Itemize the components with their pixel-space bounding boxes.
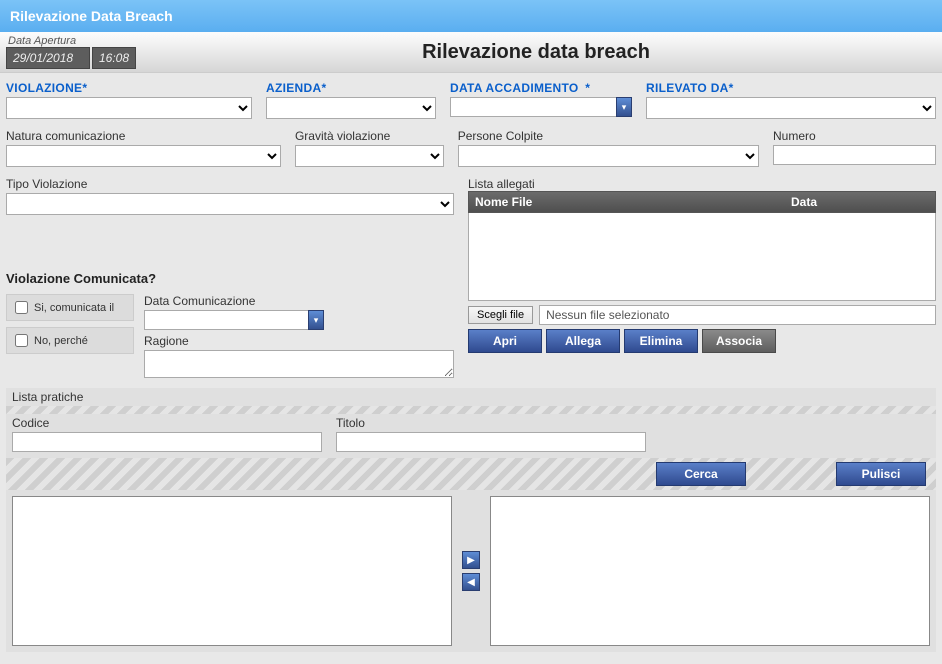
rilevato-da-select[interactable] xyxy=(646,97,936,119)
required-star-icon: * xyxy=(585,81,590,95)
allegati-table-body[interactable] xyxy=(468,213,936,301)
comunicata-no-row[interactable]: No, perché xyxy=(6,327,134,354)
choose-file-button[interactable]: Scegli file xyxy=(468,306,533,324)
ragione-textarea[interactable] xyxy=(144,350,454,378)
comunicata-no-checkbox[interactable] xyxy=(15,334,28,347)
open-time-value: 16:08 xyxy=(92,47,136,69)
lista-allegati-label: Lista allegati xyxy=(468,177,936,191)
persone-label: Persone Colpite xyxy=(458,129,759,143)
required-star-icon: * xyxy=(729,81,734,95)
header-bar: Data Apertura 29/01/2018 16:08 Rilevazio… xyxy=(0,32,942,73)
required-star-icon: * xyxy=(321,81,326,95)
violazione-label: VIOLAZIONE xyxy=(6,81,82,95)
numero-input[interactable] xyxy=(773,145,936,165)
titolo-input[interactable] xyxy=(336,432,646,452)
titolo-label: Titolo xyxy=(336,416,646,430)
apri-button[interactable]: Apri xyxy=(468,329,542,353)
allegati-col-data: Data xyxy=(785,192,935,212)
pratiche-source-list[interactable] xyxy=(12,496,452,646)
gravita-label: Gravità violazione xyxy=(295,129,444,143)
file-name-display: Nessun file selezionato xyxy=(539,305,936,325)
data-accadimento-label: DATA ACCADIMENTO xyxy=(450,81,579,95)
violazione-select[interactable] xyxy=(6,97,252,119)
azienda-label: AZIENDA xyxy=(266,81,321,95)
open-date-label: Data Apertura xyxy=(6,35,136,47)
page-title: Rilevazione data breach xyxy=(136,41,936,64)
window-titlebar: Rilevazione Data Breach xyxy=(0,0,942,32)
azienda-select[interactable] xyxy=(266,97,436,119)
natura-label: Natura comunicazione xyxy=(6,129,281,143)
natura-select[interactable] xyxy=(6,145,281,167)
comunicata-yes-row[interactable]: Si, comunicata il xyxy=(6,294,134,321)
pulisci-button[interactable]: Pulisci xyxy=(836,462,926,486)
move-left-icon[interactable]: ◀ xyxy=(462,573,480,591)
tipo-violazione-select[interactable] xyxy=(6,193,454,215)
persone-select[interactable] xyxy=(458,145,759,167)
data-comunicazione-input[interactable] xyxy=(144,310,308,330)
data-comunicazione-label: Data Comunicazione xyxy=(144,294,454,308)
required-star-icon: * xyxy=(82,81,87,95)
data-accadimento-input[interactable] xyxy=(450,97,616,117)
comunicata-no-label: No, perché xyxy=(34,335,88,347)
cerca-button[interactable]: Cerca xyxy=(656,462,746,486)
tipo-violazione-label: Tipo Violazione xyxy=(6,177,454,191)
allega-button[interactable]: Allega xyxy=(546,329,620,353)
comunicata-yes-checkbox[interactable] xyxy=(15,301,28,314)
gravita-select[interactable] xyxy=(295,145,444,167)
allegati-table-header: Nome File Data xyxy=(468,191,936,213)
date-picker-icon[interactable]: ▾ xyxy=(308,310,324,330)
move-right-icon[interactable]: ▶ xyxy=(462,551,480,569)
pratiche-target-list[interactable] xyxy=(490,496,930,646)
allegati-col-nome: Nome File xyxy=(469,192,785,212)
lista-pratiche-label: Lista pratiche xyxy=(12,390,83,404)
window-title: Rilevazione Data Breach xyxy=(10,8,173,24)
comunicata-yes-label: Si, comunicata il xyxy=(34,302,114,314)
date-picker-icon[interactable]: ▾ xyxy=(616,97,632,117)
ragione-label: Ragione xyxy=(144,334,454,348)
open-date-value: 29/01/2018 xyxy=(6,47,90,69)
codice-input[interactable] xyxy=(12,432,322,452)
codice-label: Codice xyxy=(12,416,322,430)
numero-label: Numero xyxy=(773,129,936,143)
associa-button[interactable]: Associa xyxy=(702,329,776,353)
rilevato-da-label: RILEVATO DA xyxy=(646,81,729,95)
elimina-button[interactable]: Elimina xyxy=(624,329,698,353)
comunicata-section-label: Violazione Comunicata? xyxy=(6,271,454,286)
